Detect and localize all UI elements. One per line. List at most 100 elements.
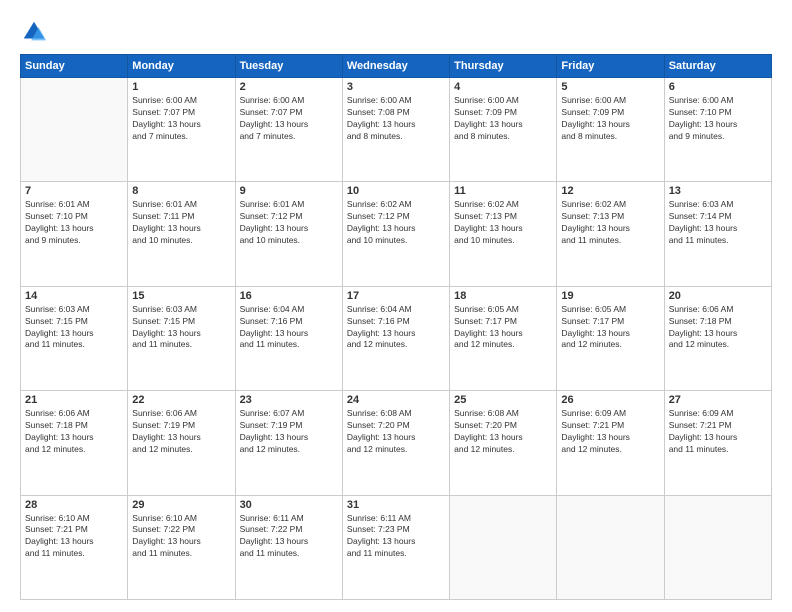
calendar-cell: 22Sunrise: 6:06 AM Sunset: 7:19 PM Dayli…	[128, 391, 235, 495]
calendar-cell: 9 Sunrise: 6:01 AM Sunset: 7:12 PM Daylig…	[235, 182, 342, 286]
day-number: 26	[561, 394, 659, 406]
weekday-header-thursday: Thursday	[450, 55, 557, 78]
calendar-cell: 19 Sunrise: 6:05 AM Sunset: 7:17 PM Dayli…	[557, 286, 664, 390]
weekday-header-friday: Friday	[557, 55, 664, 78]
day-info: Sunrise: 6:00 AM Sunset: 7:08 PM Dayligh…	[347, 95, 445, 143]
weekday-header-sunday: Sunday	[21, 55, 128, 78]
day-info: Sunrise: 6:03 AM Sunset: 7:14 PM Dayligh…	[669, 199, 767, 247]
day-number: 14	[25, 290, 123, 302]
day-info: Sunrise: 6:03 AM Sunset: 7:15 PM Dayligh…	[25, 304, 123, 352]
day-number: 19	[561, 290, 659, 302]
calendar-cell: 25Sunrise: 6:08 AM Sunset: 7:20 PM Dayli…	[450, 391, 557, 495]
day-number: 16	[240, 290, 338, 302]
calendar-cell: 18 Sunrise: 6:05 AM Sunset: 7:17 PM Dayli…	[450, 286, 557, 390]
day-number: 30	[240, 499, 338, 511]
day-info: Sunrise: 6:11 AM Sunset: 7:23 PM Dayligh…	[347, 513, 445, 561]
day-info: Sunrise: 6:00 AM Sunset: 7:07 PM Dayligh…	[240, 95, 338, 143]
week-row-2: 14 Sunrise: 6:03 AM Sunset: 7:15 PM Dayli…	[21, 286, 772, 390]
calendar-cell: 14 Sunrise: 6:03 AM Sunset: 7:15 PM Dayli…	[21, 286, 128, 390]
logo	[20, 18, 52, 46]
day-info: Sunrise: 6:03 AM Sunset: 7:15 PM Dayligh…	[132, 304, 230, 352]
page: SundayMondayTuesdayWednesdayThursdayFrid…	[0, 0, 792, 612]
calendar-cell	[450, 495, 557, 599]
day-number: 9	[240, 185, 338, 197]
day-number: 6	[669, 81, 767, 93]
calendar-cell: 2Sunrise: 6:00 AM Sunset: 7:07 PM Daylig…	[235, 78, 342, 182]
day-number: 25	[454, 394, 552, 406]
calendar-cell: 21 Sunrise: 6:06 AM Sunset: 7:18 PM Dayli…	[21, 391, 128, 495]
day-info: Sunrise: 6:09 AM Sunset: 7:21 PM Dayligh…	[561, 408, 659, 456]
day-info: Sunrise: 6:04 AM Sunset: 7:16 PM Dayligh…	[347, 304, 445, 352]
calendar-cell: 12 Sunrise: 6:02 AM Sunset: 7:13 PM Dayli…	[557, 182, 664, 286]
day-number: 15	[132, 290, 230, 302]
calendar-cell: 1Sunrise: 6:00 AM Sunset: 7:07 PM Daylig…	[128, 78, 235, 182]
calendar-table: SundayMondayTuesdayWednesdayThursdayFrid…	[20, 54, 772, 600]
header	[20, 18, 772, 46]
day-info: Sunrise: 6:07 AM Sunset: 7:19 PM Dayligh…	[240, 408, 338, 456]
calendar-cell: 4 Sunrise: 6:00 AM Sunset: 7:09 PM Daylig…	[450, 78, 557, 182]
calendar-cell: 24 Sunrise: 6:08 AM Sunset: 7:20 PM Dayli…	[342, 391, 449, 495]
day-info: Sunrise: 6:10 AM Sunset: 7:21 PM Dayligh…	[25, 513, 123, 561]
calendar-cell: 8 Sunrise: 6:01 AM Sunset: 7:11 PM Daylig…	[128, 182, 235, 286]
day-number: 5	[561, 81, 659, 93]
day-info: Sunrise: 6:11 AM Sunset: 7:22 PM Dayligh…	[240, 513, 338, 561]
day-number: 29	[132, 499, 230, 511]
day-info: Sunrise: 6:00 AM Sunset: 7:07 PM Dayligh…	[132, 95, 230, 143]
day-info: Sunrise: 6:06 AM Sunset: 7:19 PM Dayligh…	[132, 408, 230, 456]
calendar-cell: 11Sunrise: 6:02 AM Sunset: 7:13 PM Dayli…	[450, 182, 557, 286]
weekday-header-row: SundayMondayTuesdayWednesdayThursdayFrid…	[21, 55, 772, 78]
day-number: 3	[347, 81, 445, 93]
day-info: Sunrise: 6:08 AM Sunset: 7:20 PM Dayligh…	[347, 408, 445, 456]
day-info: Sunrise: 6:04 AM Sunset: 7:16 PM Dayligh…	[240, 304, 338, 352]
day-info: Sunrise: 6:01 AM Sunset: 7:12 PM Dayligh…	[240, 199, 338, 247]
day-number: 8	[132, 185, 230, 197]
day-info: Sunrise: 6:00 AM Sunset: 7:10 PM Dayligh…	[669, 95, 767, 143]
day-number: 11	[454, 185, 552, 197]
calendar-cell: 27Sunrise: 6:09 AM Sunset: 7:21 PM Dayli…	[664, 391, 771, 495]
day-number: 24	[347, 394, 445, 406]
calendar-cell: 30 Sunrise: 6:11 AM Sunset: 7:22 PM Dayli…	[235, 495, 342, 599]
day-number: 4	[454, 81, 552, 93]
calendar-cell: 17 Sunrise: 6:04 AM Sunset: 7:16 PM Dayli…	[342, 286, 449, 390]
calendar-cell: 3 Sunrise: 6:00 AM Sunset: 7:08 PM Daylig…	[342, 78, 449, 182]
day-number: 7	[25, 185, 123, 197]
week-row-4: 28 Sunrise: 6:10 AM Sunset: 7:21 PM Dayli…	[21, 495, 772, 599]
day-number: 28	[25, 499, 123, 511]
weekday-header-saturday: Saturday	[664, 55, 771, 78]
day-number: 18	[454, 290, 552, 302]
weekday-header-tuesday: Tuesday	[235, 55, 342, 78]
day-info: Sunrise: 6:00 AM Sunset: 7:09 PM Dayligh…	[454, 95, 552, 143]
day-info: Sunrise: 6:00 AM Sunset: 7:09 PM Dayligh…	[561, 95, 659, 143]
calendar-cell	[21, 78, 128, 182]
day-number: 31	[347, 499, 445, 511]
calendar-cell: 7 Sunrise: 6:01 AM Sunset: 7:10 PM Daylig…	[21, 182, 128, 286]
day-info: Sunrise: 6:06 AM Sunset: 7:18 PM Dayligh…	[25, 408, 123, 456]
day-number: 10	[347, 185, 445, 197]
day-info: Sunrise: 6:09 AM Sunset: 7:21 PM Dayligh…	[669, 408, 767, 456]
logo-icon	[20, 18, 48, 46]
calendar-cell: 29Sunrise: 6:10 AM Sunset: 7:22 PM Dayli…	[128, 495, 235, 599]
week-row-0: 1Sunrise: 6:00 AM Sunset: 7:07 PM Daylig…	[21, 78, 772, 182]
week-row-3: 21 Sunrise: 6:06 AM Sunset: 7:18 PM Dayli…	[21, 391, 772, 495]
calendar-cell: 16 Sunrise: 6:04 AM Sunset: 7:16 PM Dayli…	[235, 286, 342, 390]
day-info: Sunrise: 6:01 AM Sunset: 7:11 PM Dayligh…	[132, 199, 230, 247]
calendar-cell: 20Sunrise: 6:06 AM Sunset: 7:18 PM Dayli…	[664, 286, 771, 390]
day-info: Sunrise: 6:02 AM Sunset: 7:12 PM Dayligh…	[347, 199, 445, 247]
day-info: Sunrise: 6:02 AM Sunset: 7:13 PM Dayligh…	[561, 199, 659, 247]
day-number: 13	[669, 185, 767, 197]
calendar-cell: 28 Sunrise: 6:10 AM Sunset: 7:21 PM Dayli…	[21, 495, 128, 599]
day-info: Sunrise: 6:05 AM Sunset: 7:17 PM Dayligh…	[454, 304, 552, 352]
calendar-cell	[557, 495, 664, 599]
day-number: 23	[240, 394, 338, 406]
calendar-cell: 23 Sunrise: 6:07 AM Sunset: 7:19 PM Dayli…	[235, 391, 342, 495]
calendar-cell: 15 Sunrise: 6:03 AM Sunset: 7:15 PM Dayli…	[128, 286, 235, 390]
day-info: Sunrise: 6:01 AM Sunset: 7:10 PM Dayligh…	[25, 199, 123, 247]
calendar-cell: 26 Sunrise: 6:09 AM Sunset: 7:21 PM Dayli…	[557, 391, 664, 495]
calendar-cell: 10 Sunrise: 6:02 AM Sunset: 7:12 PM Dayli…	[342, 182, 449, 286]
day-number: 12	[561, 185, 659, 197]
day-info: Sunrise: 6:05 AM Sunset: 7:17 PM Dayligh…	[561, 304, 659, 352]
day-number: 21	[25, 394, 123, 406]
day-number: 17	[347, 290, 445, 302]
calendar-cell: 31 Sunrise: 6:11 AM Sunset: 7:23 PM Dayli…	[342, 495, 449, 599]
week-row-1: 7 Sunrise: 6:01 AM Sunset: 7:10 PM Daylig…	[21, 182, 772, 286]
